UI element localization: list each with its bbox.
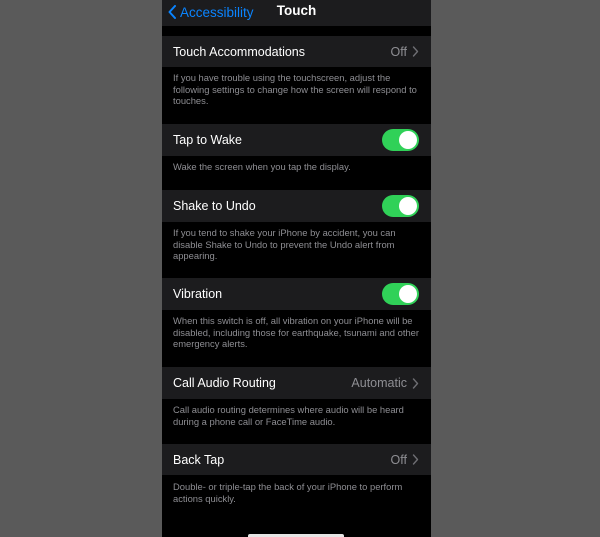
chevron-right-icon (412, 454, 419, 465)
vibration-footer: When this switch is off, all vibration o… (173, 315, 419, 350)
touch-accommodations-footer: If you have trouble using the touchscree… (173, 72, 417, 107)
shake-to-undo-footer: If you tend to shake your iPhone by acci… (173, 227, 396, 262)
navigation-bar: Accessibility Touch (162, 0, 431, 26)
shake-to-undo-toggle[interactable] (382, 195, 419, 217)
page-title: Touch (276, 3, 317, 18)
back-tap-value: Off (390, 452, 407, 467)
shake-to-undo-label: Shake to Undo (173, 199, 256, 213)
toggle-knob (399, 197, 417, 215)
tap-to-wake-toggle[interactable] (382, 129, 419, 151)
phone-screen: Accessibility Touch Touch Accommodations… (162, 0, 431, 537)
call-audio-routing-row[interactable]: Call Audio Routing Automatic (162, 367, 431, 399)
back-tap-label: Back Tap (173, 452, 225, 467)
call-audio-routing-footer: Call audio routing determines where audi… (173, 404, 404, 427)
touch-accommodations-row[interactable]: Touch Accommodations Off (162, 36, 431, 67)
toggle-knob (399, 285, 417, 303)
back-tap-row[interactable]: Back Tap Off (162, 444, 431, 475)
touch-accommodations-label: Touch Accommodations (173, 44, 306, 59)
call-audio-routing-value: Automatic (351, 376, 407, 390)
chevron-right-icon (412, 377, 419, 389)
toggle-knob (399, 131, 417, 149)
screen-stage: Accessibility Touch Touch Accommodations… (0, 0, 600, 537)
shake-to-undo-row: Shake to Undo (162, 190, 431, 222)
tap-to-wake-label: Tap to Wake (173, 133, 243, 147)
tap-to-wake-row: Tap to Wake (162, 124, 431, 156)
chevron-right-icon (412, 46, 419, 57)
vibration-toggle[interactable] (382, 283, 419, 305)
back-tap-footer: Double- or triple-tap the back of your i… (173, 481, 403, 504)
touch-accommodations-value: Off (390, 44, 407, 59)
tap-to-wake-footer: Wake the screen when you tap the display… (173, 161, 351, 172)
call-audio-routing-label: Call Audio Routing (173, 376, 276, 390)
vibration-row: Vibration (162, 278, 431, 310)
vibration-label: Vibration (173, 287, 223, 301)
